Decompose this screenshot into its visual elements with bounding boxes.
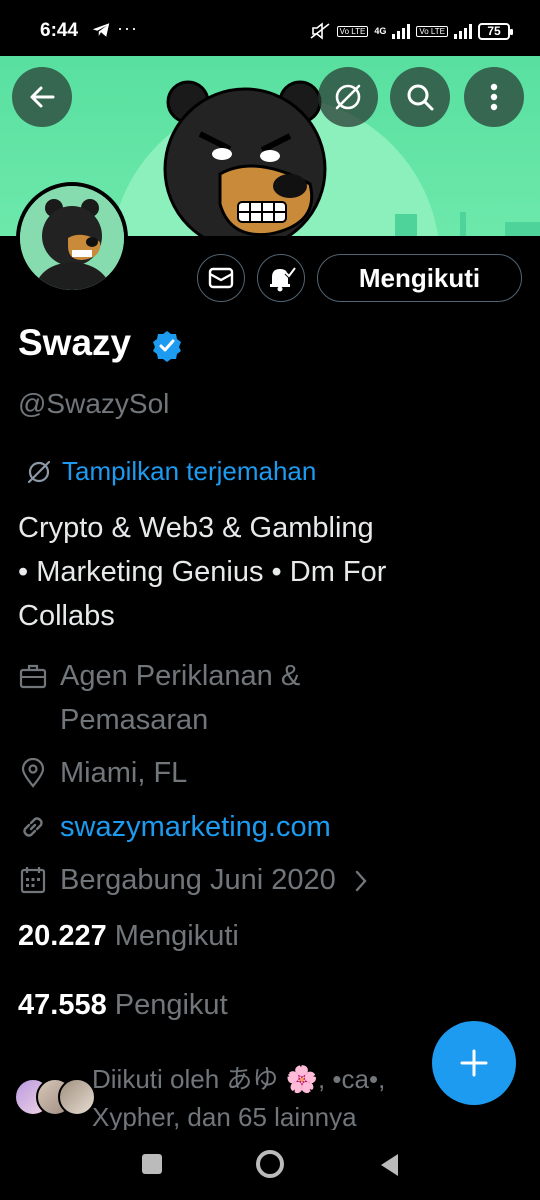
avatar-image [20,186,124,290]
status-icons: Vo LTE 4G Vo LTE 75 [309,22,513,40]
battery-icon: 75 [478,22,513,40]
banner-building [505,222,540,236]
joined-text: Bergabung Juni 2020 [60,864,336,896]
status-bar: 6:44 ··· Vo LTE 4G Vo LTE 75 [0,0,540,56]
system-nav-bar [0,1130,540,1200]
calendar-icon [20,867,46,894]
bio-line: • Marketing Genius • Dm For [18,556,387,588]
followers-stat[interactable]: 47.558 Pengikut [18,989,228,1022]
bio-line: Crypto & Web3 & Gambling [18,512,374,544]
followed-by-line: Diikuti oleh あゆ 🌸, •ca•, [92,1064,386,1094]
translate-icon [335,84,361,110]
mute-icon [310,22,330,40]
link-icon [23,817,43,837]
following-count: 20.227 [18,920,107,952]
status-time: 6:44 [40,20,79,41]
bear-avatar-image [20,186,124,290]
more-vert-icon [490,83,498,111]
profile-location: Miami, FL [18,751,187,795]
avatar[interactable] [16,182,128,294]
profile-joined-date[interactable]: Bergabung Juni 2020 [18,858,368,902]
followed-by-text[interactable]: Diikuti oleh あゆ 🌸, •ca•, Xypher, dan 65 … [92,1060,442,1136]
translate-button[interactable] [318,67,378,127]
followed-by-avatars[interactable] [14,1078,96,1118]
message-button[interactable] [197,254,245,302]
show-translation-label: Tampilkan terjemahan [62,456,317,486]
category-line: Pemasaran [60,704,209,736]
more-options-button[interactable] [464,67,524,127]
following-stat[interactable]: 20.227 Mengikuti [18,920,239,953]
location-text: Miami, FL [60,757,188,789]
search-button[interactable] [390,67,450,127]
volte-badge-1: Vo LTE [336,25,369,37]
signal-1-icon [392,23,411,39]
bear-mascot-image [163,80,327,236]
back-arrow-icon [30,86,55,108]
banner-building [395,214,417,236]
profile-website[interactable]: swazymarketing.com [18,805,331,849]
back-button[interactable] [12,67,72,127]
website-link[interactable]: swazymarketing.com [60,805,331,849]
following-label: Mengikuti [114,920,239,952]
recents-button[interactable] [142,1154,162,1174]
profile-category: Agen Periklanan & Pemasaran [18,654,300,742]
followers-count: 47.558 [18,989,107,1021]
status-more-dots: ··· [117,18,138,38]
verified-badge-icon[interactable] [150,329,184,363]
network-4g-label: 4G [374,26,387,36]
profile-name: Swazy [18,322,132,363]
telegram-icon [92,23,110,37]
location-pin-icon [21,758,45,788]
bio-line: Collabs [18,600,115,632]
volte-badge-2: Vo LTE [416,25,448,37]
briefcase-icon [19,664,47,689]
show-translation-link[interactable]: Tampilkan terjemahan [24,456,316,487]
plus-icon [460,1049,488,1077]
following-button[interactable]: Mengikuti [317,254,522,302]
profile-bio: Crypto & Web3 & Gambling • Marketing Gen… [18,506,518,638]
back-nav-button[interactable] [378,1152,400,1178]
followers-label: Pengikut [114,989,228,1021]
home-button[interactable] [256,1150,284,1178]
mail-icon [208,267,234,289]
translate-icon [27,460,51,483]
profile-handle: @SwazySol [18,388,170,419]
search-icon [407,84,434,111]
mini-avatar [58,1078,96,1116]
signal-2-icon [454,23,472,39]
chevron-right-icon [355,870,367,892]
notifications-button[interactable] [257,254,305,302]
compose-button[interactable] [432,1021,516,1105]
banner-building [460,212,466,236]
bell-icon [270,266,296,292]
category-line: Agen Periklanan & [60,660,301,692]
